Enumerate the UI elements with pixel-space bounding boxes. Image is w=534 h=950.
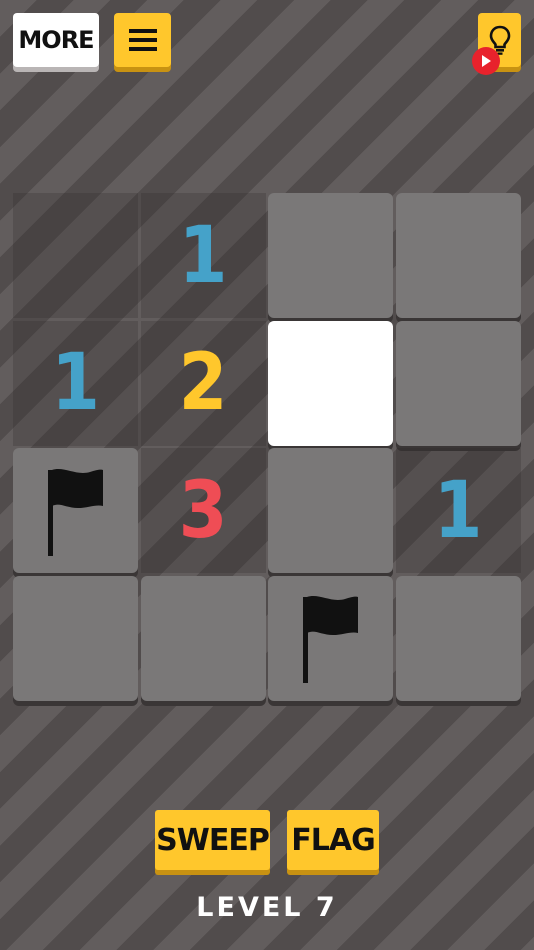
- board-cell-r3-c3[interactable]: [395, 575, 521, 701]
- board-cell-r0-c3[interactable]: [395, 193, 521, 318]
- board-cell-r1-c3[interactable]: [395, 320, 521, 446]
- flag-icon: [302, 596, 358, 683]
- hamburger-menu-icon: [128, 29, 157, 51]
- menu-button[interactable]: [114, 13, 171, 67]
- level-number: 7: [315, 892, 338, 923]
- board-cell-r2-c3[interactable]: 1: [395, 448, 521, 573]
- board-cell-r0-c1[interactable]: 1: [140, 193, 266, 318]
- flag-button[interactable]: FLAG: [287, 810, 379, 870]
- cell-number: 1: [51, 338, 100, 428]
- board-cell-r1-c1[interactable]: 2: [140, 320, 266, 446]
- cell-number: 1: [178, 210, 228, 301]
- sweep-button[interactable]: SWEEP: [155, 810, 270, 870]
- board-cell-r3-c0[interactable]: [13, 575, 138, 701]
- board-cell-r3-c1[interactable]: [140, 575, 266, 701]
- board-cell-r0-c0[interactable]: [13, 193, 138, 318]
- cell-number: 2: [178, 338, 228, 428]
- board-cell-r3-c2[interactable]: [268, 575, 393, 701]
- minesweeper-board: 11231: [13, 193, 521, 701]
- video-hint-badge[interactable]: [472, 47, 500, 75]
- level-prefix: LEVEL: [196, 892, 304, 923]
- board-cell-r0-c2[interactable]: [268, 193, 393, 318]
- board-cell-r2-c0[interactable]: [13, 448, 138, 573]
- flag-icon: [47, 468, 103, 556]
- cell-number: 1: [433, 465, 483, 556]
- board-cell-r2-c2[interactable]: [268, 448, 393, 573]
- play-video-icon: [482, 55, 491, 67]
- level-indicator: LEVEL 7: [0, 892, 534, 923]
- board-cell-r1-c2[interactable]: [268, 320, 393, 446]
- cell-number: 3: [178, 465, 228, 556]
- more-button[interactable]: MORE: [13, 13, 99, 67]
- board-cell-r1-c0[interactable]: 1: [13, 320, 138, 446]
- board-cell-r2-c1[interactable]: 3: [140, 448, 266, 573]
